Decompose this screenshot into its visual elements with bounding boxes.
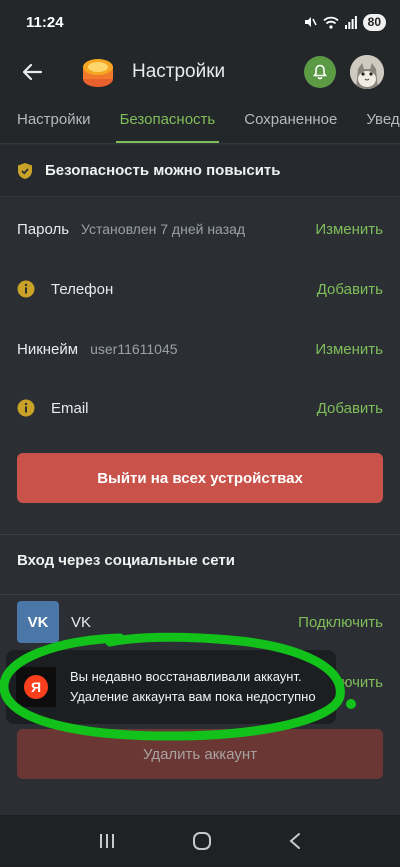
tab-saved[interactable]: Сохраненное (244, 100, 337, 143)
yandex-logo-letter: Я (24, 675, 48, 699)
toast-text: Вы недавно восстанавливали аккаунт. Удал… (70, 667, 316, 707)
password-row: Пароль Установлен 7 дней назад Изменить (0, 199, 400, 259)
email-label: Email (51, 399, 89, 417)
home-icon[interactable] (192, 831, 212, 851)
add-phone-link[interactable]: Добавить (317, 281, 383, 298)
vk-logo-icon: VK (17, 601, 59, 643)
wifi-icon (323, 16, 339, 29)
bell-icon (312, 64, 328, 80)
toast-line-2: Удаление аккаунта вам пока недоступно (70, 689, 316, 704)
back-arrow-icon (22, 63, 42, 81)
back-nav-icon[interactable] (288, 832, 302, 850)
logout-all-devices-button[interactable]: Выйти на всех устройствах (17, 453, 383, 503)
toast-message: Я Вы недавно восстанавливали аккаунт. Уд… (6, 650, 336, 724)
status-bar: 11:24 80 (0, 0, 400, 44)
section-divider (0, 534, 400, 535)
info-icon (17, 399, 35, 417)
phone-label: Телефон (51, 280, 114, 298)
tab-bar: Настройки Безопасность Сохраненное Уведо (0, 100, 400, 144)
app-bar: Настройки (0, 44, 400, 100)
recent-apps-icon[interactable] (98, 832, 116, 850)
connect-vk-link[interactable]: Подключить (298, 614, 383, 631)
app-logo-icon (83, 59, 113, 87)
connect-yandex-link[interactable]: ючить (341, 674, 383, 691)
password-label: Пароль (17, 220, 70, 238)
tab-settings[interactable]: Настройки (17, 100, 91, 143)
shield-warning-icon (18, 162, 32, 179)
status-icons: 80 (303, 13, 386, 31)
change-password-link[interactable]: Изменить (315, 221, 383, 238)
user-avatar[interactable] (350, 55, 384, 89)
page-title: Настройки (132, 61, 226, 82)
mute-icon (304, 17, 317, 27)
nickname-label: Никнейм (17, 340, 79, 358)
cat-avatar-icon (350, 55, 384, 89)
phone-row: Телефон Добавить (0, 259, 400, 319)
nickname-value: user11611045 (90, 341, 178, 357)
social-login-title: Вход через социальные сети (17, 552, 235, 569)
delete-account-button[interactable]: Удалить аккаунт (17, 729, 383, 779)
yandex-logo-icon: Я (16, 667, 56, 707)
info-icon (17, 280, 35, 298)
toast-line-1: Вы недавно восстанавливали аккаунт. (70, 669, 302, 684)
signal-icon (344, 15, 357, 29)
vk-row: VK VK Подключить (0, 592, 400, 652)
system-nav-bar (0, 815, 400, 867)
security-warning-banner: Безопасность можно повысить (0, 145, 400, 197)
change-nickname-link[interactable]: Изменить (315, 341, 383, 358)
tab-notifications[interactable]: Уведо (366, 100, 400, 143)
nickname-row: Никнейм user11611045 Изменить (0, 319, 400, 379)
password-status: Установлен 7 дней назад (81, 221, 246, 237)
status-time: 11:24 (26, 13, 64, 31)
battery-indicator: 80 (362, 13, 386, 31)
tab-security[interactable]: Безопасность (115, 100, 219, 143)
add-email-link[interactable]: Добавить (317, 400, 383, 417)
banner-text: Безопасность можно повысить (45, 162, 281, 179)
email-row: Email Добавить (0, 378, 400, 438)
back-button[interactable] (0, 44, 64, 100)
vk-name: VK (71, 613, 92, 631)
notifications-button[interactable] (304, 56, 336, 88)
